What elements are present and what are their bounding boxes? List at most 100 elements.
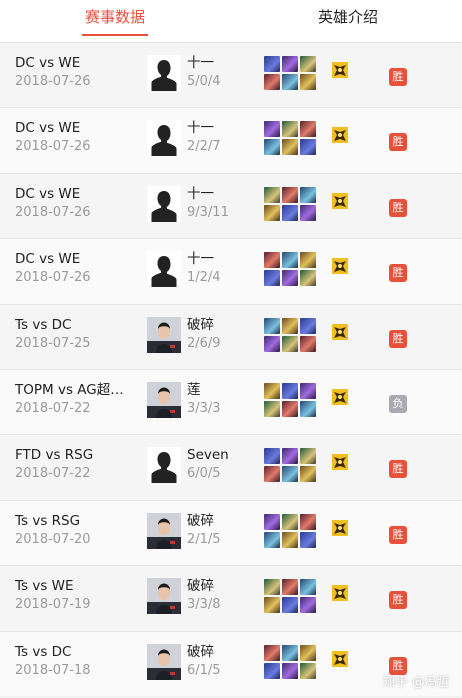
silhouette-avatar xyxy=(147,447,181,484)
player-kda: 6/1/5 xyxy=(187,662,221,678)
hero-icon xyxy=(264,186,280,203)
hero-icon xyxy=(282,597,298,614)
result-badge: 胜 xyxy=(389,133,407,152)
hero-icon xyxy=(264,382,280,399)
silhouette-avatar xyxy=(147,120,181,157)
hero-icon xyxy=(300,252,316,269)
trinket-icon xyxy=(332,192,348,209)
hero-icon xyxy=(300,644,316,661)
hero-icon xyxy=(300,579,316,596)
hero-icon xyxy=(264,317,280,334)
match-title: DC vs WE xyxy=(15,120,81,137)
match-title: Ts vs WE xyxy=(15,578,74,595)
hero-icon xyxy=(300,317,316,334)
tab-bar: 赛事数据 英雄介绍 xyxy=(0,0,462,42)
match-title: Ts vs DC xyxy=(15,316,72,333)
match-date: 2018-07-22 xyxy=(15,400,91,416)
player-name: 破碎 xyxy=(187,578,214,595)
hero-icon xyxy=(300,204,316,221)
player-photo xyxy=(147,316,181,353)
hero-icon xyxy=(300,74,316,90)
player-name: 十一 xyxy=(187,120,214,137)
active-tab-indicator xyxy=(82,34,148,36)
player-kda: 9/3/11 xyxy=(187,204,229,220)
match-row[interactable]: DC vs WE 2018-07-26 十一 2/2/7 胜 xyxy=(0,107,462,173)
match-title: FTD vs RSG xyxy=(15,447,94,464)
hero-icon xyxy=(300,382,316,399)
hero-icon xyxy=(300,186,316,203)
watermark: 知乎 @冯哲 xyxy=(383,674,450,689)
hero-icon xyxy=(264,466,280,483)
hero-icon xyxy=(282,335,298,352)
hero-icon xyxy=(282,579,298,596)
result-badge: 负 xyxy=(389,394,407,413)
match-row[interactable]: Ts vs RSG 2018-07-20 破碎 2/1/5 胜 xyxy=(0,499,462,566)
tab-hero-intro[interactable]: 英雄介绍 xyxy=(315,7,381,27)
hero-icon xyxy=(264,74,280,90)
hero-icon xyxy=(282,513,298,530)
match-row[interactable]: DC vs WE 2018-07-26 十一 5/0/4 胜 xyxy=(0,42,462,108)
match-row[interactable]: Ts vs DC 2018-07-25 破碎 2/6/9 胜 xyxy=(0,303,462,369)
player-name: 十一 xyxy=(187,185,214,202)
match-row[interactable]: TOPM vs AG超… 2018-07-22 莲 3/3/3 负 xyxy=(0,368,462,435)
hero-icon xyxy=(282,400,298,417)
hero-icon xyxy=(264,400,280,417)
hero-icon xyxy=(264,56,280,72)
result-badge: 胜 xyxy=(389,198,407,217)
player-photo xyxy=(147,512,181,549)
hero-lineup xyxy=(264,121,316,156)
match-date: 2018-07-19 xyxy=(15,597,91,613)
hero-icon xyxy=(264,270,280,287)
result-badge: 胜 xyxy=(389,525,407,544)
result-badge: 胜 xyxy=(389,591,407,610)
match-date: 2018-07-26 xyxy=(15,74,91,89)
hero-icon xyxy=(264,513,280,530)
hero-icon xyxy=(300,400,316,417)
match-date: 2018-07-18 xyxy=(15,662,91,678)
hero-icon xyxy=(300,121,316,138)
match-title: DC vs WE xyxy=(15,185,81,202)
hero-icon xyxy=(282,382,298,399)
match-row[interactable]: DC vs WE 2018-07-26 十一 1/2/4 胜 xyxy=(0,238,462,304)
hero-icon xyxy=(264,448,280,465)
match-date: 2018-07-26 xyxy=(15,139,91,155)
result-badge: 胜 xyxy=(389,329,407,348)
hero-icon xyxy=(264,335,280,352)
hero-icon xyxy=(264,252,280,269)
match-row[interactable]: DC vs WE 2018-07-26 十一 9/3/11 胜 xyxy=(0,172,462,239)
hero-icon xyxy=(300,56,316,72)
hero-icon xyxy=(282,466,298,483)
player-kda: 2/2/7 xyxy=(187,139,221,155)
silhouette-avatar xyxy=(147,185,181,222)
hero-icon xyxy=(282,74,298,90)
player-name: 十一 xyxy=(187,55,214,71)
match-row[interactable]: FTD vs RSG 2018-07-22 Seven 6/0/5 胜 xyxy=(0,434,462,500)
player-photo xyxy=(147,381,181,418)
match-date: 2018-07-20 xyxy=(15,531,91,547)
hero-lineup xyxy=(264,579,316,614)
player-name: 破碎 xyxy=(187,643,214,660)
player-kda: 5/0/4 xyxy=(187,74,221,89)
hero-icon xyxy=(264,579,280,596)
hero-icon xyxy=(300,662,316,679)
hero-icon xyxy=(282,139,298,156)
hero-lineup xyxy=(264,382,316,417)
match-row[interactable]: Ts vs WE 2018-07-19 破碎 3/3/8 胜 xyxy=(0,565,462,631)
match-title: TOPM vs AG超… xyxy=(15,381,124,398)
player-kda: 1/2/4 xyxy=(187,270,221,286)
tab-match-data[interactable]: 赛事数据 xyxy=(82,7,148,27)
hero-icon xyxy=(300,531,316,548)
hero-icon xyxy=(300,597,316,614)
hero-icon xyxy=(282,448,298,465)
hero-icon xyxy=(282,56,298,72)
hero-icon xyxy=(282,270,298,287)
trinket-icon xyxy=(332,650,348,667)
hero-icon xyxy=(282,531,298,548)
trinket-icon xyxy=(332,454,348,471)
hero-icon xyxy=(300,270,316,287)
result-badge: 胜 xyxy=(389,68,407,86)
hero-icon xyxy=(300,513,316,530)
player-name: 破碎 xyxy=(187,316,214,333)
hero-icon xyxy=(300,466,316,483)
match-date: 2018-07-22 xyxy=(15,466,91,482)
